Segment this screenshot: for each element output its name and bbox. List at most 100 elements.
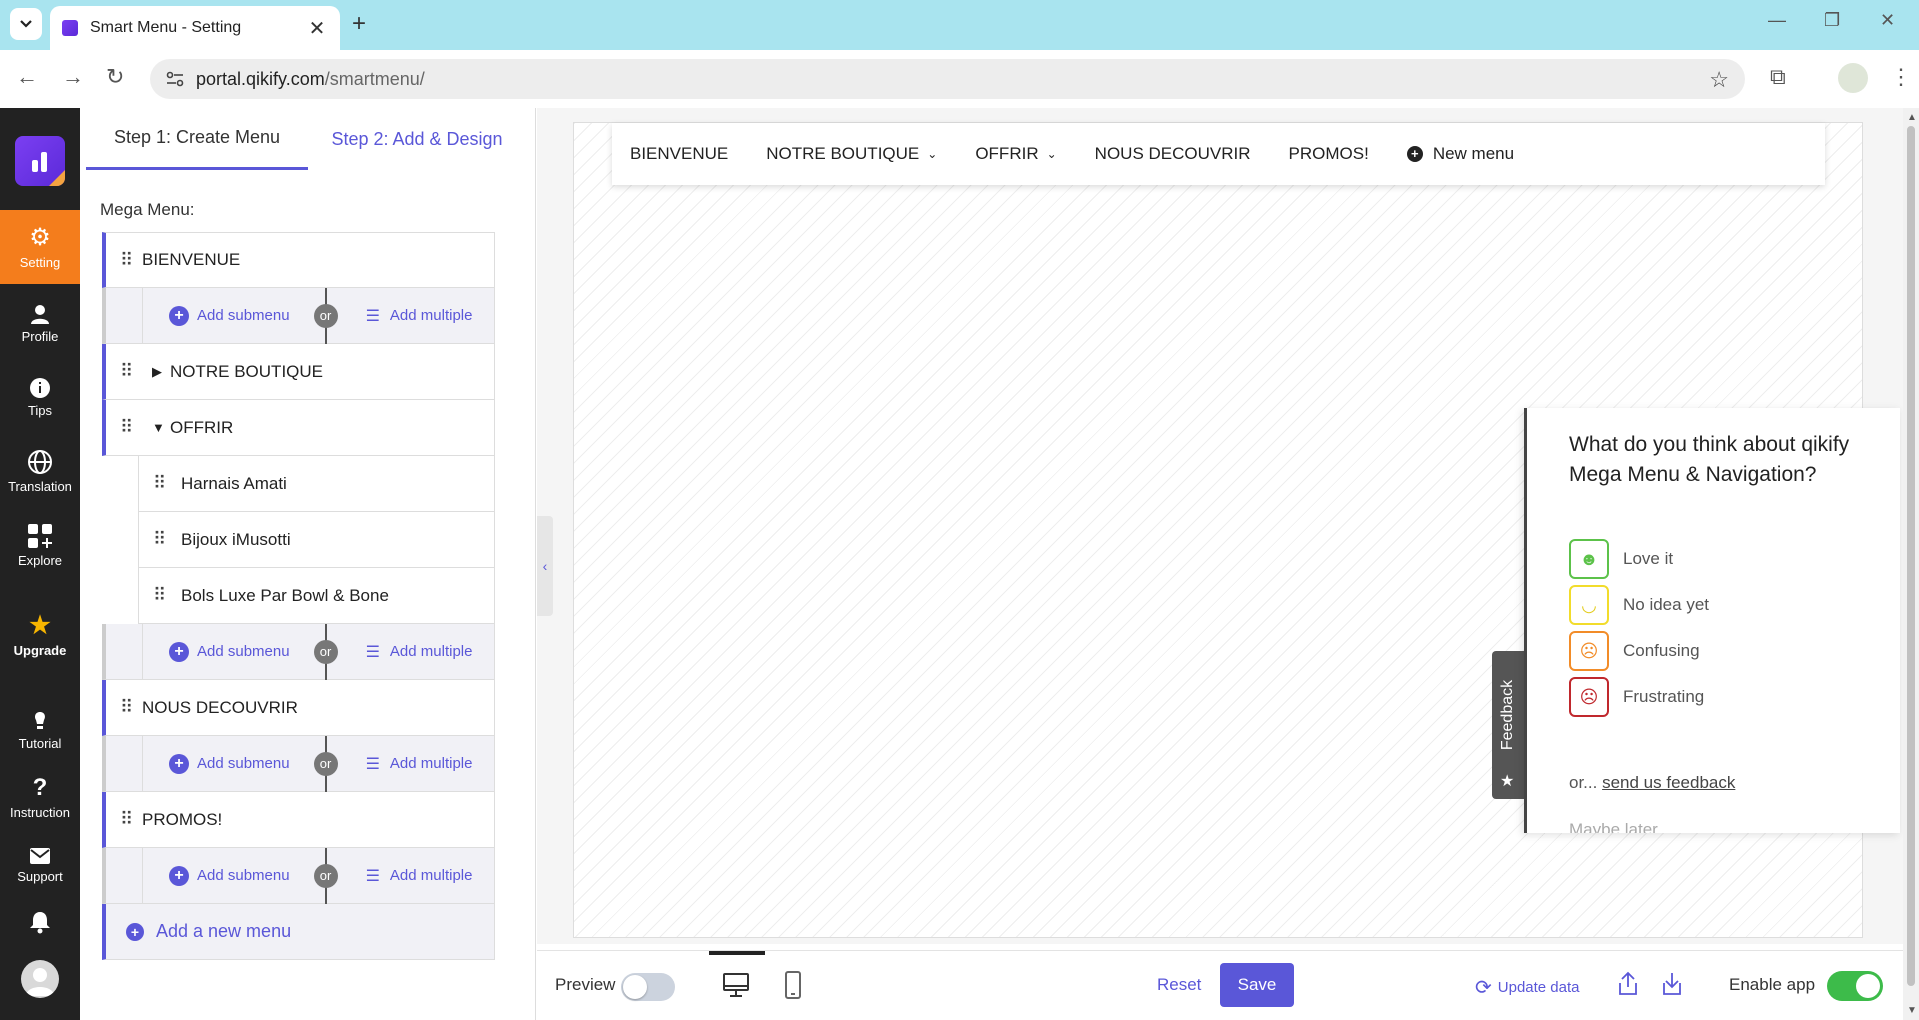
menu-item-offrir[interactable]: ⠿ ▼ OFFRIR <box>102 400 495 456</box>
reload-icon[interactable]: ↻ <box>106 64 124 90</box>
profile-avatar-icon[interactable] <box>1838 63 1868 93</box>
submenu-item-harnais[interactable]: ⠿ Harnais Amati <box>138 456 495 512</box>
drag-handle-icon[interactable]: ⠿ <box>120 809 142 830</box>
close-tab-icon[interactable]: ✕ <box>306 16 328 41</box>
notification-bell-icon[interactable] <box>29 910 51 939</box>
menu-item-nous-decouvrir[interactable]: ⠿ NOUS DECOUVRIR <box>102 680 495 736</box>
drag-handle-icon[interactable]: ⠿ <box>120 417 142 438</box>
feedback-option-frustrating[interactable]: ☹ Frustrating <box>1569 677 1704 717</box>
tab-search-button[interactable] <box>10 8 42 40</box>
add-multiple-button[interactable]: ☰ Add multiple <box>366 754 473 774</box>
mega-menu-title: Mega Menu: <box>100 200 195 219</box>
mobile-icon[interactable] <box>783 971 803 999</box>
reset-button[interactable]: Reset <box>1157 975 1201 995</box>
sidebar-item-label: Setting <box>19 254 61 270</box>
send-feedback-link[interactable]: send us feedback <box>1602 773 1735 792</box>
nav-item-label: OFFRIR <box>975 144 1039 163</box>
sidebar-item-tips[interactable]: Tips <box>0 360 80 434</box>
preview-nav-item-boutique[interactable]: NOTRE BOUTIQUE ⌄ <box>766 144 937 164</box>
new-tab-button[interactable]: + <box>352 10 366 38</box>
sidebar-item-instruction[interactable]: ? Instruction <box>0 760 80 834</box>
angry-face-icon: ☹ <box>1569 677 1609 717</box>
preview-nav-item-bienvenue[interactable]: BIENVENUE <box>630 144 728 164</box>
back-icon[interactable]: ← <box>16 64 38 90</box>
list-icon: ☰ <box>365 755 380 773</box>
user-avatar[interactable] <box>21 960 59 998</box>
page-scrollbar[interactable]: ▲ ▼ <box>1903 108 1919 1020</box>
sidebar-item-tutorial[interactable]: Tutorial <box>0 692 80 766</box>
drag-handle-icon[interactable]: ⠿ <box>153 585 175 606</box>
site-info-icon[interactable] <box>166 71 184 87</box>
add-submenu-button[interactable]: + Add submenu <box>169 753 290 774</box>
tab-step-2[interactable]: Step 2: Add & Design <box>308 108 526 170</box>
list-icon: ☰ <box>365 643 380 661</box>
scroll-down-icon[interactable]: ▼ <box>1907 1005 1917 1016</box>
browser-menu-icon[interactable]: ⋮ <box>1890 64 1912 90</box>
menu-item-notre-boutique[interactable]: ⠿ ▶ NOTRE BOUTIQUE <box>102 344 495 400</box>
caret-down-icon[interactable]: ▼ <box>142 420 170 435</box>
bookmark-star-icon[interactable]: ☆ <box>1709 67 1729 93</box>
collapse-panel-handle[interactable]: ‹ <box>537 516 553 616</box>
add-new-menu-button[interactable]: + Add a new menu <box>102 904 495 960</box>
scroll-up-icon[interactable]: ▲ <box>1907 112 1917 123</box>
app-root: ⚙ Setting Profile Tips Translation Explo… <box>0 108 1919 1020</box>
app-logo[interactable] <box>15 136 65 186</box>
update-data-button[interactable]: ⟳ Update data <box>1475 975 1580 1000</box>
scroll-thumb[interactable] <box>1907 126 1915 986</box>
import-icon[interactable] <box>1661 971 1683 997</box>
sidebar-item-translation[interactable]: Translation <box>0 434 80 508</box>
extensions-icon[interactable]: ⧉ <box>1770 64 1786 90</box>
save-button[interactable]: Save <box>1220 963 1294 1007</box>
export-icon[interactable] <box>1617 971 1639 997</box>
drag-handle-icon[interactable]: ⠿ <box>120 697 142 718</box>
close-window-icon[interactable]: ✕ <box>1880 10 1895 31</box>
mail-icon <box>30 847 50 864</box>
sidebar-item-support[interactable]: Support <box>0 828 80 902</box>
menu-item-bienvenue[interactable]: ⠿ BIENVENUE <box>102 232 495 288</box>
submenu-item-bijoux[interactable]: ⠿ Bijoux iMusotti <box>138 512 495 568</box>
add-multiple-button[interactable]: ☰ Add multiple <box>366 642 473 662</box>
drag-handle-icon[interactable]: ⠿ <box>120 250 142 271</box>
menu-item-label: NOTRE BOUTIQUE <box>170 361 324 381</box>
preview-nav-item-promos[interactable]: PROMOS! <box>1289 144 1369 164</box>
url-field[interactable]: portal.qikify.com/smartmenu/ ☆ <box>150 59 1745 99</box>
drag-handle-icon[interactable]: ⠿ <box>153 529 175 550</box>
add-multiple-button[interactable]: ☰ Add multiple <box>366 866 473 886</box>
preview-toggle[interactable] <box>621 973 675 1001</box>
tab-step-1[interactable]: Step 1: Create Menu <box>86 108 308 170</box>
add-submenu-button[interactable]: + Add submenu <box>169 865 290 886</box>
minimize-icon[interactable]: — <box>1768 10 1786 31</box>
feedback-option-love[interactable]: ☻ Love it <box>1569 539 1673 579</box>
drag-handle-icon[interactable]: ⠿ <box>153 473 175 494</box>
feedback-option-confusing[interactable]: ☹ Confusing <box>1569 631 1700 671</box>
preview-new-menu-button[interactable]: + New menu <box>1406 144 1514 164</box>
preview-nav-item-decouvrir[interactable]: NOUS DECOUVRIR <box>1095 144 1251 164</box>
nav-item-label: NOTRE BOUTIQUE <box>766 144 920 163</box>
sidebar-item-label: Explore <box>17 552 63 568</box>
add-submenu-button[interactable]: + Add submenu <box>169 305 290 326</box>
enable-app-toggle[interactable] <box>1827 971 1883 1001</box>
desktop-icon[interactable] <box>722 971 750 999</box>
sidebar-item-setting[interactable]: ⚙ Setting <box>0 210 80 284</box>
maybe-later-link[interactable]: Maybe later <box>1569 820 1658 833</box>
menu-item-promos[interactable]: ⠿ PROMOS! <box>102 792 495 848</box>
preview-label: Preview <box>555 975 616 994</box>
add-submenu-button[interactable]: + Add submenu <box>169 641 290 662</box>
nav-item-label: NOUS DECOUVRIR <box>1094 144 1251 163</box>
feedback-tab[interactable]: Feedback ★ <box>1492 651 1524 799</box>
drag-handle-icon[interactable]: ⠿ <box>120 361 142 382</box>
sidebar-item-explore[interactable]: Explore <box>0 508 80 582</box>
restore-icon[interactable]: ❐ <box>1824 10 1840 31</box>
url-path: /smartmenu/ <box>324 68 425 89</box>
sidebar-item-profile[interactable]: Profile <box>0 286 80 360</box>
submenu-item-bols[interactable]: ⠿ Bols Luxe Par Bowl & Bone <box>138 568 495 624</box>
browser-tab[interactable]: Smart Menu - Setting ✕ <box>50 6 340 50</box>
feedback-option-no-idea[interactable]: ◡ No idea yet <box>1569 585 1709 625</box>
add-multiple-button[interactable]: ☰ Add multiple <box>366 306 473 326</box>
sidebar-item-upgrade[interactable]: ★ Upgrade <box>0 598 80 672</box>
preview-nav-item-offrir[interactable]: OFFRIR ⌄ <box>975 144 1056 164</box>
caret-right-icon[interactable]: ▶ <box>142 364 170 380</box>
chevron-down-icon <box>20 20 32 28</box>
globe-icon <box>28 449 52 474</box>
forward-icon[interactable]: → <box>62 64 84 90</box>
